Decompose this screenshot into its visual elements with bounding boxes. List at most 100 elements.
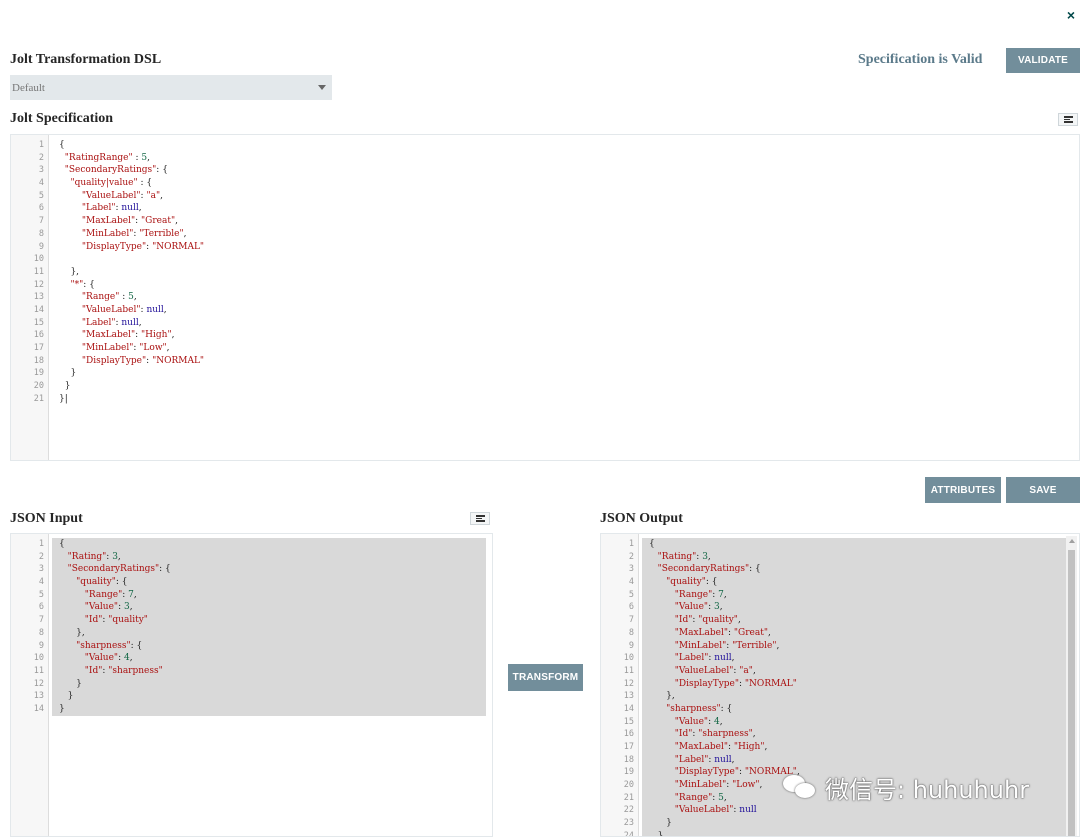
spec-title: Jolt Specification <box>10 111 114 126</box>
line-number: 6 <box>628 602 634 613</box>
line-number: 12 <box>33 279 44 290</box>
spec-line: 8 "MinLabel": "Terrible", <box>11 228 1079 241</box>
transform-button[interactable]: TRANSFORM <box>508 664 583 691</box>
input-line: 14} <box>11 702 492 716</box>
dsl-select[interactable]: Default <box>10 75 332 100</box>
line-number: 2 <box>38 551 44 562</box>
scroll-thumb[interactable] <box>1068 550 1075 836</box>
line-number: 17 <box>33 343 44 353</box>
line-number: 4 <box>38 577 44 588</box>
line-number: 20 <box>623 780 634 791</box>
code-text: "SecondaryRatings": { <box>67 564 171 575</box>
spec-line: 11 }, <box>11 266 1079 279</box>
dsl-title: Jolt Transformation DSL <box>10 52 162 67</box>
code-text: }, <box>59 627 85 638</box>
line-number: 24 <box>623 830 634 837</box>
input-line: 4 "quality": { <box>11 576 492 589</box>
selection-highlight <box>52 690 486 703</box>
selection-highlight <box>642 690 1073 703</box>
code-text: } <box>649 830 664 837</box>
output-line: 7 "Id": "quality", <box>601 614 1079 627</box>
code-text: "Label": null, <box>81 203 142 214</box>
input-line: 9 "sharpness": { <box>11 639 492 653</box>
line-number: 10 <box>623 653 634 664</box>
spec-line: 6 "Label": null, <box>11 202 1079 215</box>
code-text: "quality": { <box>666 577 718 588</box>
line-number: 5 <box>628 589 634 600</box>
spec-line: 17 "MinLabel": "Low", <box>11 342 1079 355</box>
code-text: "MinLabel": "Terrible", <box>674 640 780 651</box>
code-text: "DisplayType": "NORMAL", <box>674 767 800 778</box>
input-line: 2 "Rating": 3, <box>11 550 492 564</box>
line-number: 6 <box>38 602 44 613</box>
code-text: "ValueLabel": "a", <box>81 190 163 201</box>
line-number: 13 <box>33 691 44 702</box>
line-number: 7 <box>38 216 44 227</box>
line-number: 3 <box>38 165 44 176</box>
save-button[interactable]: SAVE <box>1006 477 1080 503</box>
output-line: 11 "ValueLabel": "a", <box>601 664 1079 678</box>
code-text: "ValueLabel": null <box>674 805 757 816</box>
line-number: 5 <box>38 190 44 201</box>
line-number: 1 <box>38 140 44 150</box>
line-number: 11 <box>33 665 44 676</box>
input-editor[interactable]: 1{2 "Rating": 3, 3 "SecondaryRatings": {4… <box>10 533 493 837</box>
line-number: 23 <box>623 818 634 829</box>
code-text: "MaxLabel": "Great", <box>674 627 771 638</box>
close-icon[interactable]: × <box>1062 6 1080 24</box>
output-line: 1{ <box>601 538 1079 551</box>
line-number: 11 <box>33 266 44 277</box>
spec-line: 18 "DisplayType": "NORMAL" <box>11 355 1079 368</box>
spec-line: 10 <box>11 253 1079 266</box>
output-line: 12 "DisplayType": "NORMAL" <box>601 677 1079 691</box>
input-line: 6 "Value": 3, <box>11 601 492 615</box>
spec-format-icon[interactable] <box>1058 113 1078 126</box>
spec-editor[interactable]: 1{2 "RatingRange" : 5, 3 "SecondaryRating… <box>10 134 1080 461</box>
output-line: 3 "SecondaryRatings": { <box>601 563 1079 577</box>
spec-line: 1{ <box>11 139 1079 152</box>
output-line: 24 } <box>601 829 1079 837</box>
attributes-button[interactable]: ATTRIBUTES <box>925 477 1001 503</box>
input-line: 5 "Range": 7, <box>11 588 492 602</box>
line-number: 5 <box>38 589 44 600</box>
output-line: 5 "Range": 7, <box>601 588 1079 602</box>
code-text: "Range": 7, <box>84 589 137 600</box>
line-number: 21 <box>33 393 44 404</box>
code-text: "*": { <box>70 279 95 290</box>
input-line: 12 } <box>11 677 492 691</box>
line-number: 16 <box>33 330 44 341</box>
output-line: 22 "ValueLabel": null <box>601 804 1079 818</box>
code-text: "quality|value" : { <box>70 178 153 189</box>
code-text: "DisplayType": "NORMAL" <box>81 241 205 252</box>
spec-status-text: Specification is Valid <box>858 52 983 67</box>
input-title: JSON Input <box>10 511 83 526</box>
line-number: 8 <box>628 627 634 638</box>
validate-button[interactable]: VALIDATE <box>1006 48 1080 73</box>
line-number: 22 <box>623 805 634 816</box>
output-scrollbar[interactable] <box>1066 536 1077 836</box>
line-number: 1 <box>628 539 634 549</box>
spec-line: 14 "ValueLabel": null, <box>11 304 1079 317</box>
spec-line: 13 "Range" : 5, <box>11 291 1079 304</box>
scroll-up-icon[interactable] <box>1069 539 1075 543</box>
line-number: 7 <box>628 615 634 626</box>
line-number: 11 <box>623 665 634 676</box>
selection-highlight <box>52 702 486 716</box>
code-text: "MaxLabel": "Great", <box>81 216 179 227</box>
code-text: } <box>59 381 71 392</box>
code-text: "Range" : 5, <box>81 292 137 303</box>
selection-highlight <box>52 677 486 691</box>
code-text: "Value": 4, <box>84 653 133 664</box>
input-format-icon[interactable] <box>470 512 490 525</box>
line-number: 15 <box>623 716 634 727</box>
line-number: 4 <box>628 577 634 588</box>
spec-line: 21}| <box>11 393 1079 406</box>
output-line: 23 } <box>601 817 1079 830</box>
output-line: 10 "Label": null, <box>601 652 1079 665</box>
input-line: 10 "Value": 4, <box>11 652 492 665</box>
spec-line: 20 } <box>11 380 1079 393</box>
output-line: 14 "sharpness": { <box>601 702 1079 716</box>
line-number: 2 <box>628 551 634 562</box>
output-line: 2 "Rating": 3, <box>601 550 1079 564</box>
output-line: 17 "MaxLabel": "High", <box>601 741 1079 754</box>
